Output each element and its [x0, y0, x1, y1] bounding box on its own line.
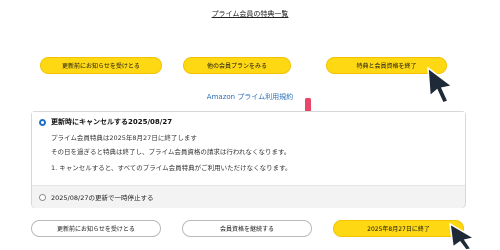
view-other-plans-button[interactable]: 他の会員プランをみる — [183, 57, 291, 74]
cancel-options-panel: 更新時にキャンセルする2025/08/27 プライム会員特典は2025年8月27… — [31, 111, 466, 208]
notify-before-renewal-button-bottom[interactable]: 更新前にお知らせを受けとる — [31, 220, 161, 237]
radio-cancel-at-renewal[interactable] — [39, 119, 46, 126]
prime-terms-link[interactable]: Amazon プライム利用規約 — [0, 92, 500, 102]
option-cancel-line-3: 1. キャンセルすると、すべてのプライム会員特典がご利用いただけなくなります。 — [51, 164, 292, 172]
mouse-cursor-icon — [447, 222, 477, 250]
option-cancel-line-2: その日を過ぎると特典は終了し、プライム会員資格の請求は行われなくなります。 — [51, 148, 291, 156]
prime-benefits-list-link[interactable]: プライム会員の特典一覧 — [0, 9, 500, 19]
option-pause-title: 2025/08/27の更新で一時停止する — [51, 194, 154, 202]
option-cancel-at-renewal[interactable]: 更新時にキャンセルする2025/08/27 プライム会員特典は2025年8月27… — [32, 112, 465, 186]
continue-membership-button[interactable]: 会員資格を継続する — [182, 220, 312, 237]
end-on-date-button[interactable]: 2025年8月27日に終了 — [333, 220, 464, 237]
radio-pause-at-renewal[interactable] — [39, 194, 46, 201]
option-cancel-line-1: プライム会員特典は2025年8月27日に終了します — [51, 134, 197, 142]
option-cancel-title: 更新時にキャンセルする2025/08/27 — [51, 118, 173, 126]
option-pause-at-renewal[interactable]: 2025/08/27の更新で一時停止する — [32, 186, 465, 208]
notify-before-renewal-button[interactable]: 更新前にお知らせを受けとる — [40, 57, 162, 74]
